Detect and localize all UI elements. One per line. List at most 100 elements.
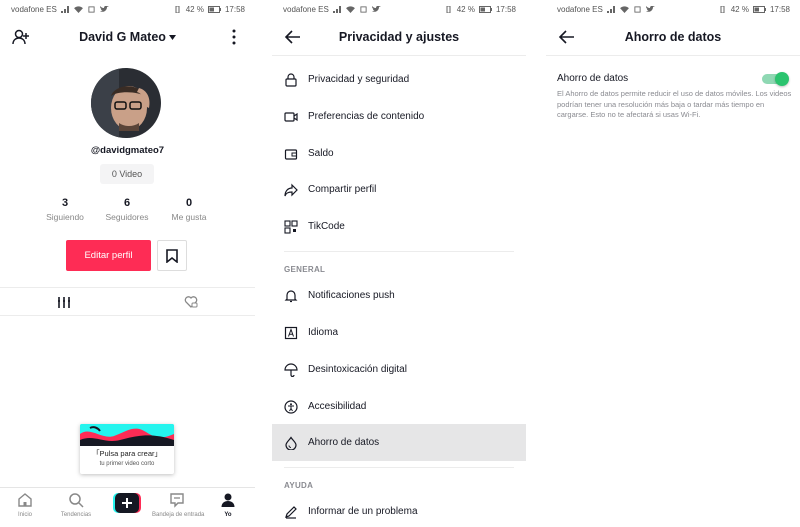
tooltip-art (80, 424, 174, 446)
data-saver-description: El Ahorro de datos permite reducir el us… (557, 89, 792, 119)
pencil-icon (285, 505, 297, 519)
followers-stat[interactable]: 6 Seguidores (97, 197, 157, 222)
menu-item-label: Ahorro de datos (308, 437, 380, 448)
battery-icon (752, 5, 766, 13)
menu-item-privacy[interactable]: Privacidad y seguridad (272, 61, 526, 98)
signal-icon (60, 5, 69, 13)
nav-label: Tendencias (60, 512, 92, 518)
menu-item-label: Accesibilidad (308, 401, 367, 412)
accessibility-icon (284, 399, 298, 414)
bell-icon (284, 289, 298, 302)
menu-item-tikcode[interactable]: TikCode (272, 208, 526, 245)
back-arrow-icon[interactable] (284, 28, 302, 46)
battery-icon (207, 5, 221, 13)
menu-item-label: Notificaciones push (308, 290, 395, 301)
create-video-tooltip[interactable]: 「Pulsa para crear」 tu primer video corto (80, 424, 174, 474)
avatar-photo (91, 68, 161, 138)
section-header-general: GENERAL (284, 265, 326, 274)
menu-item-content-preferences[interactable]: Preferencias de contenido (272, 98, 526, 135)
share-icon (284, 183, 298, 196)
signal-icon (332, 5, 341, 13)
video-count-badge[interactable]: 0 Video (100, 164, 154, 184)
video-icon (284, 111, 298, 122)
qr-icon (284, 219, 298, 234)
menu-item-digital-wellbeing[interactable]: Desintoxicación digital (272, 351, 526, 388)
clock: 17:58 (224, 4, 245, 14)
bookmark-icon (166, 248, 178, 263)
data-saver-header: Ahorro de datos (546, 18, 800, 56)
menu-item-data-saver[interactable]: Ahorro de datos (272, 424, 526, 461)
profile-icon (221, 493, 235, 507)
create-button[interactable] (113, 493, 141, 513)
menu-item-push-notifications[interactable]: Notificaciones push (272, 277, 526, 314)
carrier-label: vodafone ES (557, 4, 603, 14)
notification-icon (360, 5, 367, 13)
search-icon (69, 493, 84, 508)
menu-item-balance[interactable]: Saldo (272, 135, 526, 172)
nav-inbox[interactable]: Bandeja de entrada (152, 492, 205, 518)
menu-item-label: Privacidad y seguridad (308, 74, 410, 85)
menu-item-report-problem[interactable]: Informar de un problema (272, 493, 526, 527)
notification-icon (634, 5, 641, 13)
twitter-icon (645, 5, 655, 12)
inbox-icon (170, 493, 184, 508)
language-icon (284, 326, 298, 339)
menu-item-label: Saldo (308, 148, 334, 159)
favorites-button[interactable] (157, 240, 187, 271)
nav-label: Bandeja de entrada (152, 512, 205, 518)
nav-discover[interactable]: Tendencias (51, 492, 101, 518)
nav-label: Yo (224, 512, 232, 518)
wifi-icon (73, 5, 83, 13)
home-icon (18, 493, 32, 507)
twitter-icon (99, 5, 109, 12)
vibrate-icon (175, 5, 180, 13)
menu-item-label: Preferencias de contenido (308, 111, 425, 122)
data-saver-screen: vodafone ES 42 % 17:58 Ahorro de datos A… (546, 0, 800, 527)
status-bar: vodafone ES 42 % 17:58 (0, 0, 255, 18)
stat-label: Seguidores (105, 212, 149, 222)
stat-value: 0 (185, 197, 193, 209)
profile-tabs (0, 287, 255, 316)
carrier-label: vodafone ES (283, 4, 329, 14)
menu-item-label: Desintoxicación digital (308, 364, 407, 375)
profile-screen: vodafone ES 42 % 17:58 David G Mateo @da… (0, 0, 255, 527)
wifi-icon (345, 5, 355, 13)
carrier-label: vodafone ES (11, 4, 57, 14)
account-switcher[interactable]: David G Mateo (79, 30, 176, 44)
vibrate-icon (446, 5, 451, 13)
caret-down-icon (168, 34, 176, 40)
nav-home[interactable]: Inicio (0, 492, 50, 518)
liked-videos-icon[interactable] (184, 295, 198, 309)
section-divider (284, 467, 514, 468)
menu-item-share-profile[interactable]: Compartir perfil (272, 171, 526, 208)
toggle-knob (775, 72, 789, 86)
menu-item-accessibility[interactable]: Accesibilidad (272, 388, 526, 425)
battery-percent: 42 % (730, 4, 749, 14)
following-stat[interactable]: 3 Siguiendo (35, 197, 95, 222)
profile-handle: @davidgmateo7 (90, 145, 165, 156)
videos-grid-icon[interactable] (57, 295, 71, 309)
lock-icon (285, 72, 297, 87)
status-bar: vodafone ES 42 % 17:58 (272, 0, 526, 18)
clock: 17:58 (495, 4, 516, 14)
likes-stat[interactable]: 0 Me gusta (159, 197, 219, 222)
menu-item-language[interactable]: Idioma (272, 314, 526, 351)
settings-screen: vodafone ES 42 % 17:58 Privacidad y ajus… (272, 0, 526, 527)
section-header-help: AYUDA (284, 481, 314, 490)
nav-me[interactable]: Yo (203, 492, 253, 518)
data-saver-option-label: Ahorro de datos (557, 73, 629, 84)
stat-label: Me gusta (171, 212, 207, 222)
edit-profile-button[interactable]: Editar perfil (66, 240, 151, 271)
back-arrow-icon[interactable] (558, 28, 576, 46)
profile-header: David G Mateo (0, 18, 255, 56)
add-friend-icon[interactable] (12, 28, 30, 46)
avatar[interactable] (91, 68, 161, 138)
settings-header: Privacidad y ajustes (272, 18, 526, 56)
data-saver-toggle[interactable] (762, 72, 789, 86)
tooltip-subtitle: tu primer video corto (99, 461, 155, 467)
profile-username: David G Mateo (79, 30, 166, 44)
status-bar: vodafone ES 42 % 17:58 (546, 0, 800, 18)
notification-icon (88, 5, 95, 13)
more-vertical-icon[interactable] (225, 28, 243, 46)
menu-item-label: Informar de un problema (308, 506, 418, 517)
